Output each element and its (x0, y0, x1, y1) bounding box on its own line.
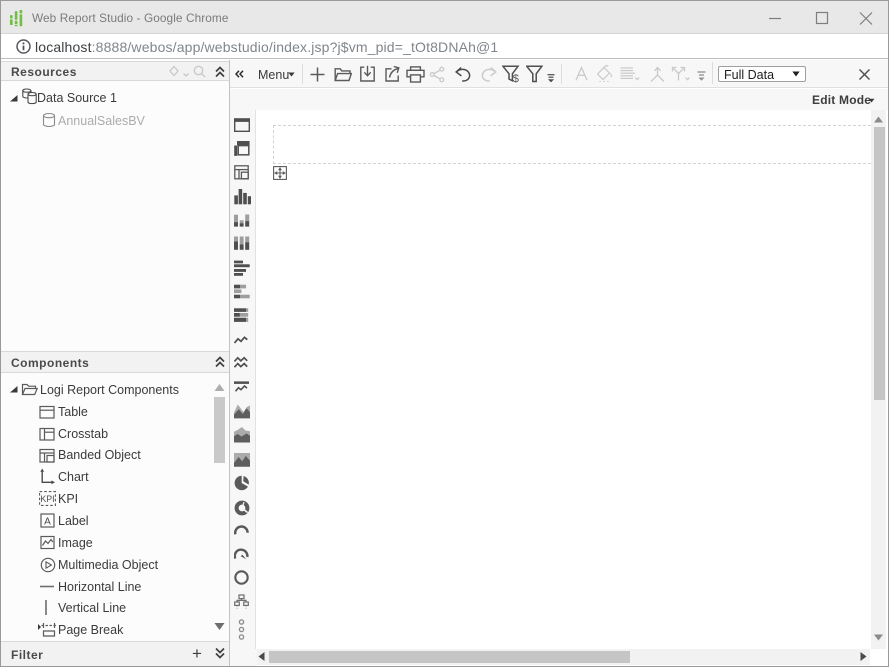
svg-text:A: A (44, 516, 51, 527)
svg-text:KPI: KPI (40, 494, 54, 504)
svg-text:$: $ (512, 73, 518, 83)
